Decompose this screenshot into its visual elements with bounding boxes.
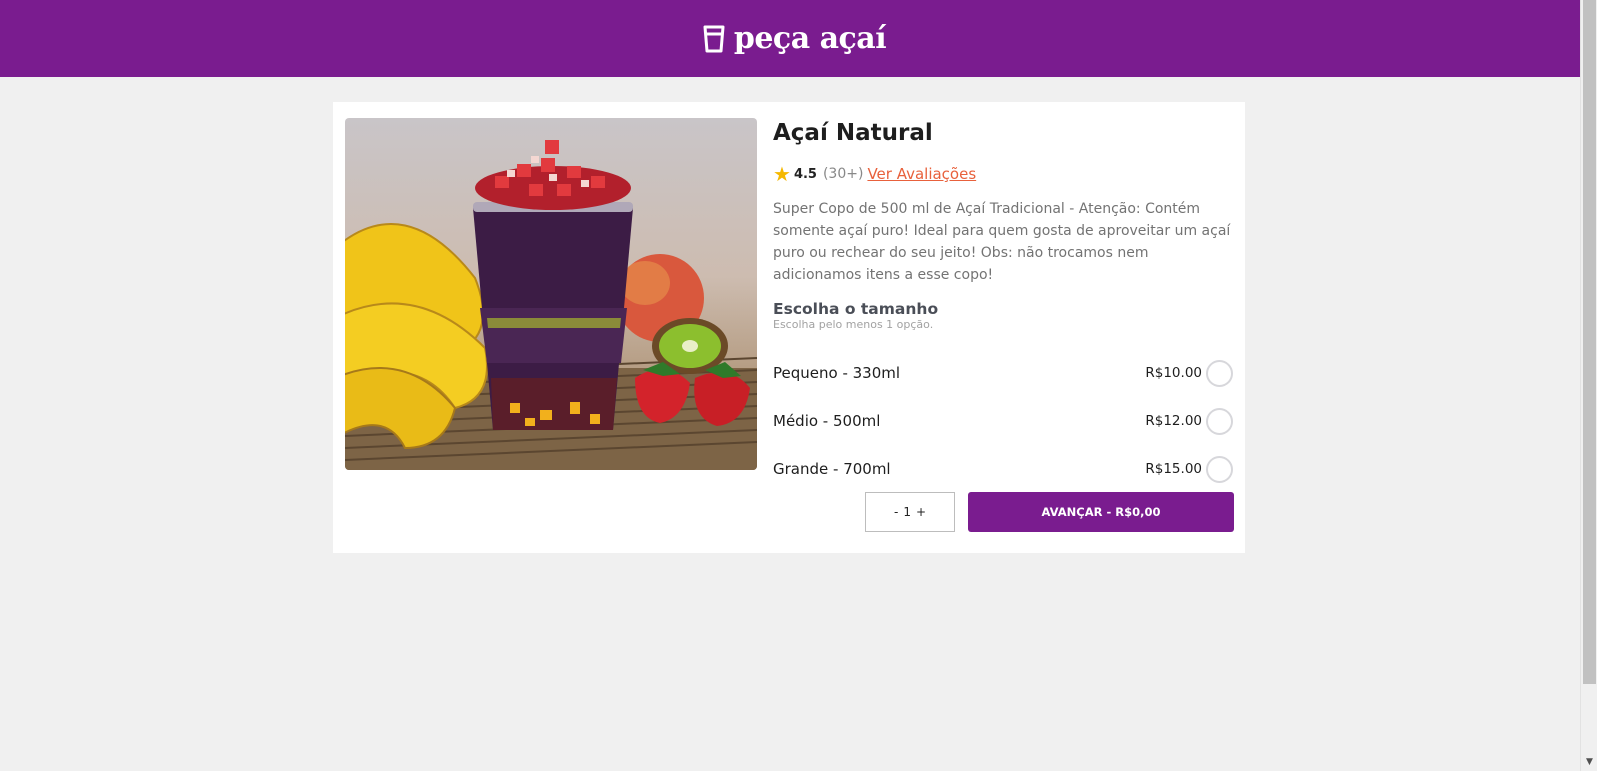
rating-row: ★ 4.5 (30+) Ver Avaliações (773, 164, 1233, 184)
size-option-price: R$10.00 (1145, 365, 1202, 381)
size-option-price: R$12.00 (1145, 413, 1202, 429)
brand-name: peça açaí (733, 21, 887, 56)
rating-count: (30+) (822, 166, 864, 182)
product-info: Açaí Natural ★ 4.5 (30+) Ver Avaliações … (773, 118, 1233, 493)
product-description: Super Copo de 500 ml de Açaí Tradicional… (773, 201, 1231, 283)
product-title: Açaí Natural (773, 120, 933, 146)
footer-actions: - 1 + AVANÇAR - R$0,00 (865, 492, 1234, 532)
vertical-scrollbar[interactable]: ▼ (1580, 0, 1597, 771)
quantity-stepper[interactable]: - 1 + (865, 492, 955, 532)
size-option-right: R$15.00 (1145, 455, 1233, 483)
quantity-increment-button[interactable]: + (916, 505, 926, 519)
quantity-decrement-button[interactable]: - (894, 505, 898, 519)
size-option-radio[interactable] (1206, 455, 1233, 483)
size-option-grande[interactable]: Grande - 700ml R$15.00 (773, 445, 1233, 493)
size-option-label: Grande - 700ml (773, 460, 891, 478)
product-image (345, 118, 757, 470)
star-icon: ★ (773, 162, 791, 186)
size-option-label: Médio - 500ml (773, 412, 881, 430)
size-option-right: R$10.00 (1145, 359, 1233, 387)
scrollbar-thumb[interactable] (1583, 0, 1596, 684)
top-header: peça açaí (0, 0, 1580, 77)
size-section-title: Escolha o tamanho (773, 300, 939, 318)
product-card: Açaí Natural ★ 4.5 (30+) Ver Avaliações … (333, 102, 1245, 553)
size-option-pequeno[interactable]: Pequeno - 330ml R$10.00 (773, 349, 1233, 397)
size-option-right: R$12.00 (1145, 407, 1233, 435)
rating-score: 4.5 (793, 166, 817, 182)
brand-logo[interactable]: peça açaí (702, 21, 887, 56)
scroll-down-arrow-icon[interactable]: ▼ (1581, 755, 1597, 769)
size-option-radio[interactable] (1206, 359, 1233, 387)
size-option-medio[interactable]: Médio - 500ml R$12.00 (773, 397, 1233, 445)
view-reviews-link[interactable]: Ver Avaliações (867, 165, 976, 183)
size-option-label: Pequeno - 330ml (773, 364, 901, 382)
cup-icon (702, 25, 726, 53)
size-option-radio[interactable] (1206, 407, 1233, 435)
quantity-value: 1 (903, 505, 911, 519)
size-options: Pequeno - 330ml R$10.00 Médio - 500ml R$… (773, 349, 1233, 493)
size-option-price: R$15.00 (1145, 461, 1202, 477)
size-section-subtitle: Escolha pelo menos 1 opção. (773, 318, 934, 331)
advance-button[interactable]: AVANÇAR - R$0,00 (968, 492, 1234, 532)
